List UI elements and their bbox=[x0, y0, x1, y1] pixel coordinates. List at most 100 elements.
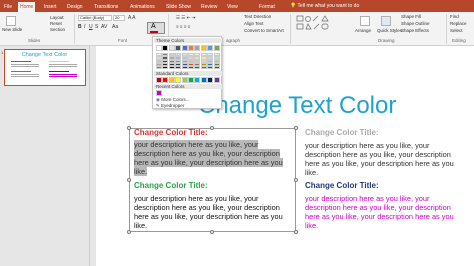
align-text-button[interactable]: Align Text bbox=[244, 21, 263, 27]
box1-body-text: your description here as you like, your … bbox=[134, 140, 283, 177]
box2-body[interactable]: your description here as you like, your … bbox=[305, 141, 463, 177]
tab-transitions[interactable]: Transitions bbox=[92, 2, 120, 12]
thumbnail-line bbox=[11, 71, 31, 72]
font-grow-shrink[interactable]: A A bbox=[128, 15, 136, 21]
text-direction-button[interactable]: Text Direction bbox=[244, 14, 271, 20]
char-spacing-button[interactable]: AV bbox=[101, 24, 107, 30]
theme-shade-swatch[interactable] bbox=[162, 66, 169, 70]
tab-design[interactable]: Design bbox=[65, 2, 85, 12]
resize-handle[interactable] bbox=[127, 126, 131, 130]
standard-colors-label: Standard Colors bbox=[156, 71, 189, 76]
box1-title[interactable]: Change Color Title: bbox=[134, 128, 208, 137]
new-slide-button[interactable]: New Slide bbox=[2, 27, 22, 33]
strikethrough-button[interactable]: S bbox=[95, 24, 98, 30]
change-case-button[interactable]: Aa bbox=[112, 24, 118, 30]
font-color-button[interactable]: A bbox=[147, 22, 165, 34]
thumbnail-line bbox=[49, 76, 77, 77]
group-label-editing: Editing bbox=[452, 38, 466, 43]
tab-animations[interactable]: Animations bbox=[128, 2, 157, 12]
standard-color-swatch[interactable] bbox=[181, 77, 188, 83]
font-size-select[interactable]: 20 bbox=[113, 15, 125, 21]
theme-shade-swatch[interactable] bbox=[188, 66, 194, 70]
resize-handle[interactable] bbox=[294, 126, 298, 130]
box3-title[interactable]: Change Color Title: bbox=[134, 181, 208, 190]
shape-effects-button[interactable]: Shape Effects bbox=[401, 28, 429, 34]
eyedropper-item[interactable]: ✎ Eyedropper bbox=[156, 103, 184, 109]
box4-body[interactable]: your description here as you like, your … bbox=[305, 194, 465, 230]
shapes-gallery[interactable] bbox=[296, 15, 346, 35]
standard-color-swatch[interactable] bbox=[162, 77, 169, 83]
box4-title[interactable]: Change Color Title: bbox=[305, 181, 379, 190]
tab-home[interactable]: Home bbox=[18, 2, 36, 12]
shape-outline-button[interactable]: Shape Outline bbox=[401, 21, 430, 27]
theme-color-swatch[interactable] bbox=[213, 45, 220, 51]
thumbnail-title: Change Text Color bbox=[21, 52, 68, 58]
slide-number: 1 bbox=[1, 50, 4, 55]
resize-handle[interactable] bbox=[294, 178, 298, 182]
quick-styles-button[interactable]: Quick Styles bbox=[377, 28, 402, 34]
resize-handle[interactable] bbox=[210, 126, 214, 130]
recent-color-swatch[interactable] bbox=[156, 90, 162, 96]
bold-button[interactable]: B bbox=[78, 24, 82, 30]
standard-color-swatch[interactable] bbox=[175, 77, 182, 83]
resize-handle[interactable] bbox=[127, 230, 131, 234]
bullets-button[interactable]: ☰ ☰ ⇤ ⇥ bbox=[176, 15, 195, 21]
standard-color-swatch[interactable] bbox=[194, 77, 201, 83]
select-button[interactable]: Select bbox=[450, 28, 463, 34]
tell-me-box[interactable]: 💡 Tell me what you want to do bbox=[290, 3, 359, 9]
standard-color-swatch[interactable] bbox=[200, 77, 207, 83]
underline-button[interactable]: U bbox=[89, 24, 93, 30]
theme-colors-label: Theme Colors bbox=[156, 38, 185, 43]
theme-shade-swatch[interactable] bbox=[175, 66, 182, 70]
tab-slide-show[interactable]: Slide Show bbox=[164, 2, 193, 12]
theme-color-swatch[interactable] bbox=[188, 45, 194, 51]
tab-file[interactable]: File bbox=[2, 2, 14, 12]
theme-color-swatch[interactable] bbox=[162, 45, 169, 51]
resize-handle[interactable] bbox=[127, 178, 131, 182]
shape-fill-button[interactable]: Shape Fill bbox=[401, 14, 421, 20]
theme-shade-swatch[interactable] bbox=[156, 66, 162, 70]
theme-color-swatch[interactable] bbox=[156, 45, 162, 51]
slide-title[interactable]: Change Text Color bbox=[198, 92, 396, 120]
tab-view[interactable]: View bbox=[225, 2, 240, 12]
lightbulb-icon: 💡 bbox=[290, 3, 297, 9]
resize-handle[interactable] bbox=[294, 230, 298, 234]
convert-smartart-button[interactable]: Convert to SmartArt bbox=[244, 28, 284, 34]
font-color-swatch bbox=[150, 31, 158, 33]
find-button[interactable]: Find bbox=[450, 14, 459, 20]
theme-color-swatch[interactable] bbox=[200, 45, 207, 51]
theme-shade-swatch[interactable] bbox=[168, 66, 175, 70]
standard-color-swatch[interactable] bbox=[188, 77, 194, 83]
section-button[interactable]: Section bbox=[50, 27, 65, 33]
theme-color-swatch[interactable] bbox=[168, 45, 175, 51]
alignment-buttons[interactable]: ≡ ≡ ≡ ≡ bbox=[176, 24, 190, 30]
replace-button[interactable]: Replace bbox=[450, 21, 467, 27]
theme-color-swatch[interactable] bbox=[181, 45, 188, 51]
theme-shade-swatch[interactable] bbox=[194, 66, 201, 70]
standard-color-swatch[interactable] bbox=[213, 77, 220, 83]
standard-color-swatch[interactable] bbox=[168, 77, 175, 83]
box2-title[interactable]: Change Color Title: bbox=[305, 128, 379, 137]
theme-color-swatch[interactable] bbox=[194, 45, 201, 51]
group-label-drawing: Drawing bbox=[378, 38, 395, 43]
resize-handle[interactable] bbox=[210, 230, 214, 234]
font-name-select[interactable]: Calibri (Body) bbox=[78, 15, 112, 21]
tab-format[interactable]: Format bbox=[257, 2, 277, 12]
arrange-button[interactable]: Arrange bbox=[355, 28, 371, 34]
theme-shade-swatch[interactable] bbox=[181, 66, 188, 70]
theme-shade-swatch[interactable] bbox=[207, 66, 214, 70]
tab-insert[interactable]: Insert bbox=[42, 2, 59, 12]
italic-button[interactable]: I bbox=[84, 24, 85, 30]
theme-shade-swatch[interactable] bbox=[213, 66, 220, 70]
box1-body[interactable]: your description here as you like, your … bbox=[134, 140, 288, 177]
theme-shade-swatch[interactable] bbox=[200, 66, 207, 70]
standard-color-swatch[interactable] bbox=[207, 77, 214, 83]
box3-body[interactable]: your description here as you like, your … bbox=[134, 194, 292, 230]
new-slide-icon[interactable] bbox=[6, 16, 16, 26]
tab-review[interactable]: Review bbox=[199, 2, 219, 12]
slide-thumbnail[interactable]: Change Text Color bbox=[4, 49, 86, 86]
thumbnail-line bbox=[49, 74, 77, 75]
theme-color-swatch[interactable] bbox=[175, 45, 182, 51]
standard-color-swatch[interactable] bbox=[156, 77, 162, 83]
theme-color-swatch[interactable] bbox=[207, 45, 214, 51]
